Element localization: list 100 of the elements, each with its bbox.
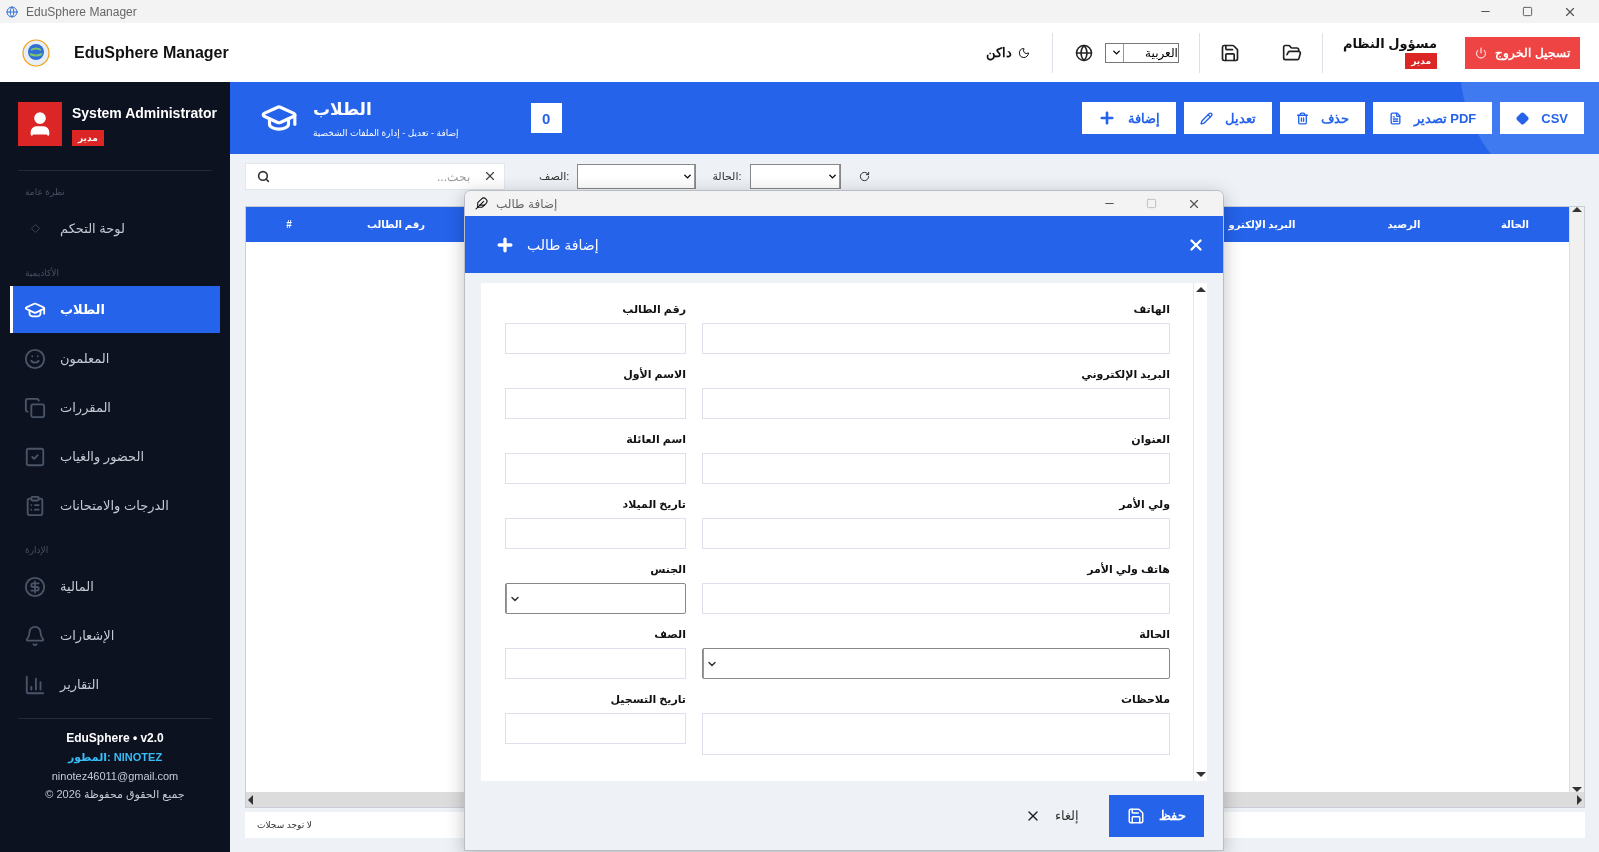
- text-field[interactable]: [702, 518, 1170, 549]
- trash-icon: [1295, 111, 1309, 125]
- field-label: ملاحظات: [1120, 692, 1170, 707]
- section-title: الإدارة: [24, 545, 50, 555]
- text-field[interactable]: [505, 453, 686, 484]
- page-title: الطلاب: [313, 98, 373, 120]
- feather-icon: [475, 197, 488, 210]
- section-title: الأكاديمية: [24, 268, 60, 278]
- sidebar-item[interactable]: الدرجات والامتحانات: [10, 482, 220, 529]
- text-field[interactable]: [702, 388, 1170, 419]
- text-field[interactable]: [505, 323, 686, 354]
- page-subtitle: إضافة - تعديل - إدارة الملفات الشخصية: [313, 127, 459, 138]
- field-label: تاريخ التسجيل: [609, 692, 686, 708]
- refresh-icon[interactable]: [858, 171, 870, 182]
- cancel-button[interactable]: إلغاء: [1019, 806, 1085, 825]
- save-icon[interactable]: [1219, 42, 1240, 63]
- vertical-scrollbar[interactable]: [1193, 283, 1207, 781]
- toolbar-button[interactable]: إضافة: [1081, 102, 1176, 134]
- sidebar-item[interactable]: المقررات: [10, 384, 220, 431]
- toolbar-button[interactable]: حذف: [1279, 102, 1365, 134]
- face-icon: [24, 347, 46, 370]
- field-label: هاتف ولي الأمر: [1085, 561, 1170, 578]
- pencil-icon: [1199, 111, 1213, 125]
- caret-icon: [682, 171, 694, 182]
- checkbox-icon: [24, 445, 46, 468]
- dropdown[interactable]: [702, 648, 1170, 679]
- field-label: الاسم الأول: [622, 366, 686, 383]
- save-button[interactable]: حفظ: [1109, 794, 1204, 837]
- app-name: EduSphere Manager: [74, 43, 229, 62]
- filter-label: الصف:: [539, 170, 570, 183]
- column-header[interactable]: #: [246, 219, 332, 230]
- filter-select[interactable]: [577, 164, 697, 189]
- dropdown[interactable]: [505, 583, 686, 614]
- clear-icon[interactable]: [483, 169, 497, 183]
- dialog-title: إضافة طالب: [527, 236, 599, 253]
- clipboard-icon: [24, 494, 46, 517]
- field-label: الهاتف: [1132, 302, 1170, 318]
- text-field[interactable]: [505, 388, 686, 419]
- field-label: الجنس: [649, 562, 686, 578]
- field-label: تاريخ الميلاد: [621, 497, 686, 513]
- field-label: الصف: [653, 627, 686, 642]
- sidebar-item[interactable]: الطلاب: [10, 286, 220, 333]
- email-text: ninotez46011@gmail.com: [51, 770, 179, 782]
- role-badge: مدير: [1405, 53, 1437, 69]
- column-header[interactable]: الرصيد: [1347, 219, 1461, 230]
- status-text: لا توجد سجلات: [257, 820, 312, 830]
- dollar-icon: [24, 575, 46, 598]
- document-icon: [1388, 111, 1402, 125]
- text-field[interactable]: [702, 453, 1170, 484]
- toolbar-button[interactable]: تصدير PDF: [1372, 102, 1493, 134]
- text-field[interactable]: [505, 713, 686, 744]
- text-field[interactable]: [505, 648, 686, 679]
- app-icon: [6, 5, 18, 18]
- column-header[interactable]: الحالة: [1461, 219, 1569, 230]
- caret-icon: [1110, 47, 1122, 58]
- sidebar-item[interactable]: التقارير: [10, 661, 220, 708]
- version-text: EduSphere • v2.0: [66, 731, 164, 745]
- search-icon: [257, 170, 270, 183]
- save-icon: [1127, 806, 1145, 825]
- diamond-icon: [1516, 111, 1530, 125]
- profile-name: System Administrator: [72, 105, 217, 121]
- diamond-icon: [30, 224, 40, 233]
- pages-icon: [24, 396, 46, 419]
- search-field[interactable]: بحث...: [245, 163, 505, 190]
- role-badge: مدير: [72, 130, 104, 146]
- copyright-text: © 2026 جميع الحقوق محفوظة: [45, 788, 185, 801]
- sidebar-item[interactable]: الحضور والغياب: [10, 433, 220, 480]
- column-header[interactable]: رقم الطالب: [332, 219, 460, 230]
- sidebar-item[interactable]: الإشعارات: [10, 612, 220, 659]
- bar-chart-icon: [24, 673, 46, 696]
- moon-icon: [1017, 46, 1030, 59]
- field-label: اسم العائلة: [625, 432, 686, 448]
- bell-icon: [24, 624, 46, 647]
- filter-select[interactable]: [749, 164, 841, 189]
- power-icon: [1475, 46, 1488, 59]
- sidebar-item[interactable]: لوحة التحكم: [10, 205, 220, 252]
- sidebar-item[interactable]: المالية: [10, 563, 220, 610]
- toolbar-button[interactable]: تعديل: [1183, 102, 1272, 134]
- maximize-icon[interactable]: [1522, 6, 1533, 17]
- language-select[interactable]: العربية: [1104, 42, 1179, 63]
- notes-field[interactable]: [702, 713, 1170, 755]
- logo-icon: [22, 38, 50, 67]
- vertical-scrollbar[interactable]: [1569, 207, 1584, 792]
- developer-text: المطور: NINOTEZ: [67, 751, 163, 764]
- logout-button[interactable]: تسجيل الخروج: [1465, 36, 1580, 69]
- text-field[interactable]: [702, 583, 1170, 614]
- theme-toggle[interactable]: داكن: [985, 45, 1030, 60]
- field-label: العنوان: [1130, 432, 1170, 448]
- text-field[interactable]: [505, 518, 686, 549]
- filter-label: الحالة:: [712, 170, 742, 183]
- folder-icon[interactable]: [1281, 42, 1302, 63]
- field-label: ولي الأمر: [1117, 496, 1170, 513]
- field-label: الحالة: [1138, 627, 1170, 642]
- record-count: 0: [530, 103, 562, 133]
- sidebar-item[interactable]: المعلمون: [10, 335, 220, 382]
- toolbar-button[interactable]: CSV: [1500, 102, 1584, 134]
- text-field[interactable]: [702, 323, 1170, 354]
- section-title: نظرة عامة: [24, 187, 66, 197]
- window-title: EduSphere Manager: [26, 4, 137, 19]
- field-label: رقم الطالب: [621, 302, 686, 318]
